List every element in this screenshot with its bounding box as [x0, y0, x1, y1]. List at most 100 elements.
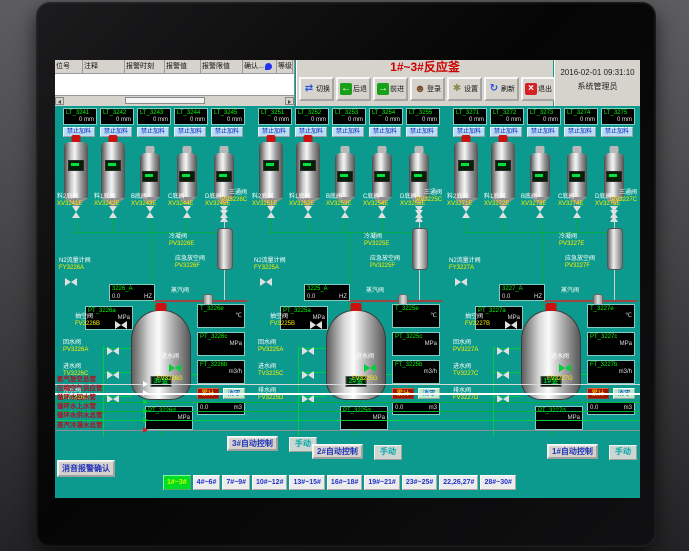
pressure-display: PT_3226dMPa	[145, 406, 193, 430]
page-tab[interactable]: 7#~9#	[222, 475, 250, 490]
back-button[interactable]: ←后退	[336, 77, 371, 101]
totalizer-display: 0.0m3	[392, 402, 440, 415]
settings-button[interactable]: ✱设置	[447, 77, 482, 101]
inlet-valve-icon[interactable]	[559, 364, 571, 373]
inst-unit: m3/h	[395, 369, 437, 376]
instrument-display: PT_3225cMPa	[392, 332, 440, 356]
hz-value: 0.0	[502, 293, 510, 301]
valve-tag: TV3227C	[453, 371, 478, 378]
scroll-right-icon[interactable]	[285, 97, 294, 105]
feed-inhibit-button[interactable]: 禁止加料	[369, 127, 401, 137]
valve-tag: XV3243E	[131, 201, 156, 208]
page-tab[interactable]: 1#~3#	[163, 475, 191, 490]
utility-valve-icon[interactable]	[497, 371, 509, 380]
tank-level-indicator	[532, 171, 548, 182]
tank-cap-icon	[183, 146, 192, 153]
valve-tag: PV3227C	[595, 197, 637, 204]
inlet-valve-label: 进水阀	[161, 354, 179, 361]
steam-valve-label: 蒸汽阀	[171, 288, 189, 295]
toolbar-button-label: 后退	[353, 84, 367, 94]
page-tab[interactable]: 16#~18#	[327, 475, 362, 490]
n2-flow-valve-icon[interactable]	[455, 278, 467, 287]
n2-flow-valve-icon[interactable]	[260, 278, 272, 287]
auto-control-button[interactable]: 1#自动控制	[547, 444, 598, 459]
inlet-valve-icon[interactable]	[364, 364, 376, 373]
feed-inhibit-button[interactable]: 禁止加料	[564, 127, 596, 137]
forward-button[interactable]: →前进	[373, 77, 408, 101]
page-tabs: 1#~3#4#~6#7#~9#10#~12#13#~15#16#~18#19#~…	[163, 475, 516, 490]
switch-button[interactable]: ⇄切换	[299, 77, 334, 101]
valve-tag: XV3273E	[521, 201, 546, 208]
valve-name: 料1底阀	[94, 194, 119, 201]
hz-tag: 3225_A	[307, 286, 347, 293]
level-display: LT_32550 mm	[406, 108, 440, 125]
utility-valve-icon[interactable]	[115, 321, 127, 330]
auto-control-button[interactable]: 3#自动控制	[227, 436, 278, 451]
utility-valve-icon[interactable]	[107, 347, 119, 356]
exit-button[interactable]: ×退出	[521, 77, 556, 101]
pipe	[76, 218, 77, 232]
valve-name: 蒸汽阀	[366, 288, 384, 295]
valve-tag: PV3225F	[370, 263, 400, 270]
three-way-valve-icon[interactable]	[415, 210, 424, 222]
utility-valve-icon[interactable]	[310, 321, 322, 330]
valve-name: 抽空阀	[270, 314, 295, 321]
three-way-valve-icon[interactable]	[220, 210, 229, 222]
valve-tag: FV3226B	[75, 321, 100, 328]
valve-tag: XV3242E	[94, 201, 119, 208]
page-tab[interactable]: 4#~6#	[193, 475, 221, 490]
lt-tag: LT_3253	[335, 110, 363, 117]
tank-valve-label: 料1底阀XV3242E	[94, 194, 119, 208]
utility-valve-icon[interactable]	[302, 371, 314, 380]
pipe	[466, 218, 467, 232]
valve-name: B底阀	[131, 194, 156, 201]
feed-inhibit-button[interactable]: 禁止加料	[137, 127, 169, 137]
scrollbar-thumb[interactable]	[125, 97, 205, 104]
page-tab[interactable]: 28#~30#	[480, 475, 515, 490]
refresh-button[interactable]: ↻刷新	[484, 77, 519, 101]
page-tab[interactable]: 19#~21#	[364, 475, 399, 490]
valve-tag: PV3226C	[205, 197, 247, 204]
inlet-valve-label: 进水阀	[551, 354, 569, 361]
alarm-column-header: 报警时刻	[125, 60, 165, 73]
feed-inhibit-button[interactable]: 禁止加料	[406, 127, 438, 137]
feed-inhibit-button[interactable]: 禁止加料	[211, 127, 243, 137]
utility-valve-icon[interactable]	[505, 321, 517, 330]
valve-name: 三通阀	[400, 190, 442, 197]
alarm-hscrollbar[interactable]	[55, 95, 294, 106]
login-button[interactable]: ☻登录	[410, 77, 445, 101]
tank-cap-icon	[462, 135, 471, 142]
feed-inhibit-button[interactable]: 禁止加料	[601, 127, 633, 137]
utility-valve-icon[interactable]	[497, 347, 509, 356]
scroll-left-icon[interactable]	[55, 97, 64, 105]
utility-valve-icon[interactable]	[107, 371, 119, 380]
lt-tag: LT_3245	[214, 110, 242, 117]
condenser-vessel	[412, 228, 428, 270]
auto-control-button[interactable]: 2#自动控制	[312, 444, 363, 459]
feed-inhibit-button[interactable]: 禁止加料	[332, 127, 364, 137]
page-tab[interactable]: 10#~12#	[252, 475, 287, 490]
tank-level-indicator	[337, 171, 353, 182]
pipe	[224, 268, 225, 300]
n2-flow-valve-icon[interactable]	[65, 278, 77, 287]
inst-tag: FT_3226b	[200, 362, 242, 369]
pipe	[73, 232, 223, 233]
relief-valve-label: 应急放空阀PV3226F	[175, 256, 205, 270]
toolbar: ⇄切换←后退→前进☻登录✱设置↻刷新×退出报警确认	[297, 75, 553, 101]
inlet-valve-icon[interactable]	[169, 364, 181, 373]
three-way-valve-icon[interactable]	[610, 210, 619, 222]
reactor-cap-icon	[546, 303, 557, 311]
page-tab[interactable]: 22,26,27#	[439, 475, 478, 490]
feed-inhibit-button[interactable]: 禁止加料	[527, 127, 559, 137]
hz-value-row: 0.0HZ	[307, 293, 347, 301]
utility-valve-icon[interactable]	[302, 347, 314, 356]
mute-alarm-button[interactable]: 消音报警确认	[57, 460, 115, 477]
valve-name: C底阀	[558, 194, 583, 201]
valve-name: 料2底阀	[252, 194, 277, 201]
feed-inhibit-button[interactable]: 禁止加料	[174, 127, 206, 137]
tank-level-indicator	[216, 171, 232, 182]
legend-arrow-icon	[143, 408, 148, 414]
page-tab[interactable]: 23#~25#	[402, 475, 437, 490]
inst-unit: MPa	[590, 341, 632, 348]
page-tab[interactable]: 13#~15#	[289, 475, 324, 490]
